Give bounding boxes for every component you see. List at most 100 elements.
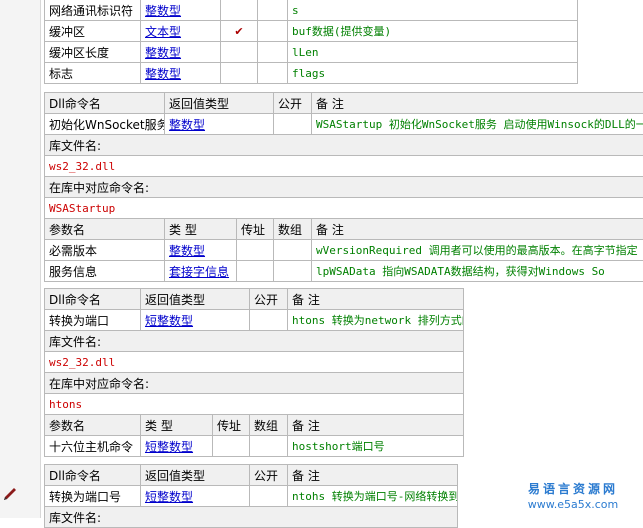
dll-row: 转换为端口 短整数型 htons 转换为network 排列方式的数目 [45,310,464,331]
dll-command-table-wsastartup: Dll命令名 返回值类型 公开 备 注 初始化WnSocket服务 整数型 WS… [44,92,643,219]
dll-command-table-htons: Dll命令名 返回值类型 公开 备 注 转换为端口 短整数型 htons 转换为… [44,288,464,415]
watermark-title: 易语言资源网 [509,482,637,497]
table-row: 服务信息 套接字信息 lpWSAData 指向WSADATA数据结构，获得对Wi… [45,261,643,282]
dll-header-row: Dll命令名 返回值类型 公开 备 注 [45,289,464,310]
param-remark[interactable]: buf数据(提供变量) [288,21,578,42]
dll1-param-table: 参数名 类 型 传址 数组 备 注 必需版本 整数型 wVersionRequi… [44,218,643,282]
header-pub: 公开 [250,289,288,310]
lib-file-label: 库文件名: [45,135,643,156]
table-row: 缓冲区长度 整数型 lLen [45,42,578,63]
header-pub: 公开 [274,93,312,114]
param-ref-check[interactable] [221,0,258,21]
entry-name-value[interactable]: WSAStartup [45,198,643,219]
param-name[interactable]: 缓冲区 [45,21,141,42]
param-array[interactable] [258,0,288,21]
param-ref[interactable] [213,436,250,457]
param-array[interactable] [274,240,312,261]
param-array[interactable] [250,436,288,457]
header-param-ref: 传址 [213,415,250,436]
editor-gutter [0,0,41,518]
dll-remark[interactable]: ntohs 转换为端口号-网络转换到本机 [288,486,458,507]
header-remark: 备 注 [288,465,458,486]
param-name[interactable]: 网络通讯标识符 [45,0,141,21]
entry-name-value[interactable]: htons [45,394,464,415]
dll-return-type[interactable]: 短整数型 [141,310,250,331]
header-param-array: 数组 [250,415,288,436]
dll-public[interactable] [250,486,288,507]
header-remark: 备 注 [288,289,464,310]
param-name[interactable]: 缓冲区长度 [45,42,141,63]
param-array[interactable] [258,21,288,42]
dll-command-name[interactable]: 转换为端口 [45,310,141,331]
header-cmd: Dll命令名 [45,465,141,486]
param-remark[interactable]: wVersionRequired 调用者可以使用的最高版本。在高字节指定 [312,240,643,261]
lib-file-value[interactable]: ws2_32.dll [45,156,643,177]
param-name[interactable]: 十六位主机命令 [45,436,141,457]
header-ret: 返回值类型 [141,289,250,310]
param-array[interactable] [258,42,288,63]
table-row: 十六位主机命令 短整数型 hostshort端口号 [45,436,464,457]
param-name[interactable]: 服务信息 [45,261,165,282]
dll-row: 初始化WnSocket服务 整数型 WSAStartup 初始化WnSocket… [45,114,643,135]
entry-name-label: 在库中对应命令名: [45,373,464,394]
dll-return-type[interactable]: 短整数型 [141,486,250,507]
dll-row: 转换为端口号 短整数型 ntohs 转换为端口号-网络转换到本机 [45,486,458,507]
watermark: 易语言资源网 www.e5a5x.com [509,482,637,512]
param-remark[interactable]: lpWSAData 指向WSADATA数据结构，获得对Windows So [312,261,643,282]
param-ref-check[interactable]: ✔ [221,21,258,42]
table-row: 缓冲区 文本型 ✔ buf数据(提供变量) [45,21,578,42]
header-param-remark: 备 注 [312,219,643,240]
header-ret: 返回值类型 [165,93,274,114]
dll-command-table-ntohs: Dll命令名 返回值类型 公开 备 注 转换为端口号 短整数型 ntohs 转换… [44,464,458,528]
param-name[interactable]: 必需版本 [45,240,165,261]
param-array[interactable] [274,261,312,282]
header-param-type: 类 型 [141,415,213,436]
param-type[interactable]: 整数型 [165,240,237,261]
param-ref[interactable] [237,261,274,282]
lib-file-value[interactable]: ws2_32.dll [45,352,464,373]
param-type[interactable]: 整数型 [141,63,221,84]
header-remark: 备 注 [312,93,643,114]
param-remark[interactable]: s [288,0,578,21]
dll-command-name[interactable]: 初始化WnSocket服务 [45,114,165,135]
watermark-url: www.e5a5x.com [509,497,637,512]
dll-header-row: Dll命令名 返回值类型 公开 备 注 [45,93,643,114]
param-type[interactable]: 短整数型 [141,436,213,457]
dll-public[interactable] [250,310,288,331]
param-array[interactable] [258,63,288,84]
header-param-name: 参数名 [45,219,165,240]
dll-remark[interactable]: WSAStartup 初始化WnSocket服务 启动使用Winsock的DLL… [312,114,643,135]
param-name[interactable]: 标志 [45,63,141,84]
param-ref-check[interactable] [221,63,258,84]
entry-name-label: 在库中对应命令名: [45,177,643,198]
dll2-param-table: 参数名 类 型 传址 数组 备 注 十六位主机命令 短整数型 hostshort… [44,414,464,457]
table-row: 必需版本 整数型 wVersionRequired 调用者可以使用的最高版本。在… [45,240,643,261]
param-ref-check[interactable] [221,42,258,63]
header-param-name: 参数名 [45,415,141,436]
dll-header-row: Dll命令名 返回值类型 公开 备 注 [45,465,458,486]
dll-public[interactable] [274,114,312,135]
param-remark[interactable]: hostshort端口号 [288,436,464,457]
param-ref[interactable] [237,240,274,261]
param-table-top: 网络通讯标识符 整数型 s 缓冲区 文本型 ✔ buf数据(提供变量) 缓冲区长… [44,0,578,84]
header-param-ref: 传址 [237,219,274,240]
param-type[interactable]: 文本型 [141,21,221,42]
param-type[interactable]: 套接字信息 [165,261,237,282]
header-cmd: Dll命令名 [45,289,141,310]
header-cmd: Dll命令名 [45,93,165,114]
param-header-row: 参数名 类 型 传址 数组 备 注 [45,415,464,436]
header-ret: 返回值类型 [141,465,250,486]
param-remark[interactable]: lLen [288,42,578,63]
dll-command-name[interactable]: 转换为端口号 [45,486,141,507]
dll-return-type[interactable]: 整数型 [165,114,274,135]
dll-remark[interactable]: htons 转换为network 排列方式的数目 [288,310,464,331]
param-type[interactable]: 整数型 [141,42,221,63]
header-pub: 公开 [250,465,288,486]
param-type[interactable]: 整数型 [141,0,221,21]
param-remark[interactable]: flags [288,63,578,84]
table-row: 标志 整数型 flags [45,63,578,84]
table-row: 网络通讯标识符 整数型 s [45,0,578,21]
pencil-icon [2,486,18,502]
param-header-row: 参数名 类 型 传址 数组 备 注 [45,219,643,240]
lib-file-label: 库文件名: [45,507,458,528]
